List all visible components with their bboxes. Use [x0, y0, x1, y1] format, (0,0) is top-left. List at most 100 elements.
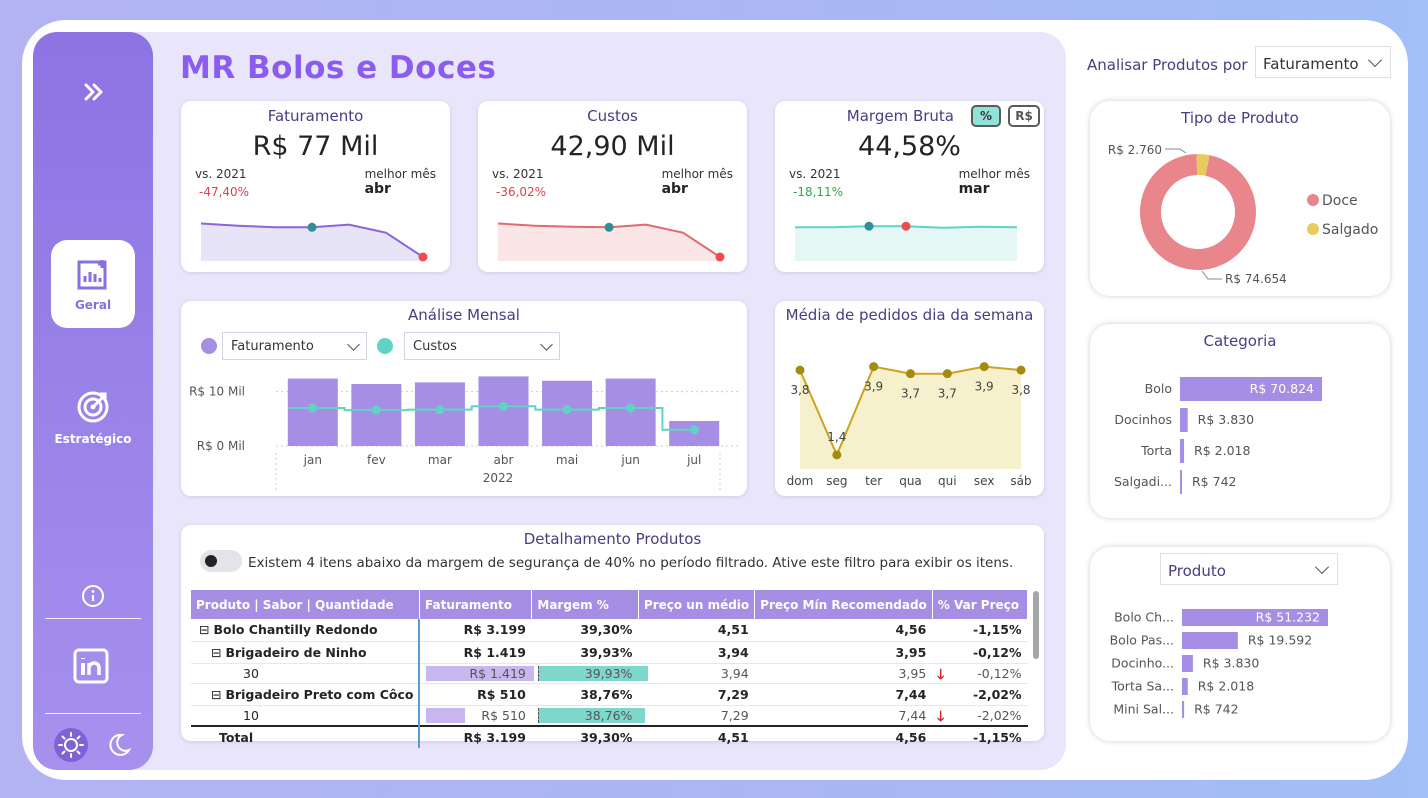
product-name: 10: [243, 707, 259, 723]
column-header[interactable]: Faturamento: [419, 590, 533, 619]
product-cell: 10: [191, 705, 421, 726]
data-point: [942, 369, 952, 379]
category-label: Torta: [1140, 443, 1172, 458]
table-row[interactable]: 30 R$ 1.419 39,93% 3,94 🡓 3,95 -0,12%: [191, 663, 1028, 684]
sidebar-divider: [45, 713, 141, 714]
cell-var: -2,02%: [932, 705, 1028, 726]
table-row[interactable]: ⊟ Brigadeiro de Ninho R$ 1.419 39,93% 3,94 3…: [191, 641, 1028, 664]
kpi-sparkline: [497, 222, 725, 262]
slice-label: R$ 2.760: [1108, 143, 1162, 157]
cell-preco: 7,29: [638, 705, 755, 726]
bar: [1182, 701, 1185, 718]
below-margin-filter-toggle[interactable]: [200, 550, 242, 572]
kpi-value: 44,58%: [858, 131, 961, 162]
kpi-value: R$ 77 Mil: [252, 131, 379, 162]
leader-line: [1201, 270, 1222, 280]
cell-value: R$ 510: [481, 707, 526, 723]
expand-sidebar-icon[interactable]: [80, 78, 108, 106]
slice-label: R$ 74.654: [1225, 272, 1287, 286]
data-point: [832, 450, 842, 460]
table-row[interactable]: ⊟ Brigadeiro Preto com Côco R$ 510 38,76% 7…: [191, 683, 1028, 706]
cell-value: 4,56: [895, 622, 927, 638]
table-row[interactable]: ⊟ Bolo Chantilly Redondo R$ 3.199 39,30% 4,…: [191, 619, 1028, 642]
categoria-card: Categoria Bolo R$ 70.824 Docinhos R$ 3.830 T…: [1090, 324, 1390, 518]
analise-mensal-card: Análise Mensal Faturamento Custos R$ 10 …: [181, 301, 747, 496]
toggle-currency-button[interactable]: R$: [1008, 105, 1040, 127]
kpi-title: Margem Bruta: [846, 107, 954, 125]
data-point: [1016, 365, 1026, 375]
moon-icon[interactable]: [106, 732, 132, 758]
produto-card: Produto Bolo Ch... R$ 51.232 Bolo Pas... R$…: [1090, 547, 1390, 741]
info-icon[interactable]: [81, 584, 105, 608]
bar-faturamento: [414, 382, 465, 446]
kpi-best-label: melhor mês: [661, 167, 733, 181]
cell-value: 7,44: [898, 707, 927, 723]
cell-value: R$ 1.419: [463, 644, 526, 660]
cell-fat: R$ 3.199: [419, 619, 532, 642]
cell-var: -0,12%: [932, 641, 1028, 664]
legend-label: Doce: [1322, 193, 1358, 209]
bar-value-label: R$ 742: [1194, 702, 1238, 717]
cell-value: 7,44: [895, 686, 927, 702]
data-point: [795, 365, 805, 375]
toggle-percent-button[interactable]: %: [971, 105, 1001, 127]
cell-var: -0,12%: [932, 663, 1028, 684]
collapse-icon[interactable]: ⊟: [211, 687, 225, 702]
cell-value: -0,12%: [977, 665, 1022, 681]
light-mode-button[interactable]: [54, 728, 88, 762]
total-value: 39,30%: [531, 724, 639, 748]
page-title: MR Bolos e Doces: [180, 50, 497, 86]
nav-item-estrategico[interactable]: Estratégico: [51, 388, 135, 458]
x-tick-label: dom: [787, 474, 814, 488]
sparkline-area: [795, 226, 1017, 261]
cell-value: -0,12%: [972, 644, 1022, 660]
x-tick-label: jul: [686, 453, 701, 467]
analyze-by-dropdown[interactable]: Faturamento: [1255, 46, 1391, 78]
cell-value: 3,94: [720, 665, 749, 681]
sparkline-best-point: [307, 222, 317, 232]
category-label: Salgadi...: [1114, 474, 1172, 489]
table-scrollbar[interactable]: [1033, 591, 1039, 659]
linkedin-icon[interactable]: [73, 648, 109, 684]
x-tick-label: qui: [938, 474, 957, 488]
bar: [1182, 632, 1238, 649]
column-header[interactable]: Preço un médio: [638, 590, 756, 619]
nav-label-estrategico: Estratégico: [54, 432, 132, 446]
nav-item-geral[interactable]: Geral: [51, 240, 135, 328]
dropdown-value: Faturamento: [1263, 55, 1359, 73]
column-header[interactable]: % Var Preço: [932, 590, 1029, 619]
column-header[interactable]: Preço Mín Recomendado: [754, 590, 933, 619]
x-tick-label: abr: [494, 453, 514, 467]
cell-value: 4,51: [717, 622, 749, 638]
total-value: 4,51: [638, 724, 755, 748]
kpi-card-custos: Custos 42,90 Mil vs. 2021 -36,02% melhor…: [478, 101, 747, 272]
cell-fat: R$ 510: [419, 683, 532, 706]
table-row[interactable]: 10 R$ 510 38,76% 7,29 🡓 7,44 -2,02%: [191, 705, 1028, 726]
fat-databar: [426, 707, 466, 723]
cell-marg: 38,76%: [531, 705, 645, 726]
year-label: 2022: [483, 471, 514, 485]
x-tick-label: sáb: [1010, 474, 1031, 488]
collapse-icon[interactable]: ⊟: [211, 645, 225, 660]
x-tick-label: mai: [556, 453, 578, 467]
category-label: Torta Sa...: [1111, 679, 1174, 694]
collapse-icon[interactable]: ⊟: [199, 622, 213, 637]
bar-value-label: R$ 2.018: [1198, 679, 1254, 694]
cell-preco: 4,51: [638, 619, 755, 642]
bar-value-label: R$ 742: [1192, 474, 1236, 489]
bar-value-label: R$ 70.824: [1250, 381, 1314, 396]
column-header[interactable]: Margem %: [531, 590, 639, 619]
cell-value: 39,30%: [580, 622, 633, 638]
data-label: 3,7: [938, 387, 957, 401]
y-tick-label: R$ 0 Mil: [197, 439, 245, 453]
cell-marg: 38,76%: [531, 683, 639, 706]
column-header[interactable]: Produto | Sabor | Quantidade: [191, 590, 420, 619]
cell-marg: 39,93%: [531, 663, 648, 684]
cell-value: 7,29: [717, 686, 749, 702]
monthly-chart: R$ 10 Mil R$ 0 Mil jan fev mar abr mai jun jul 20…: [189, 376, 741, 491]
cell-value: 39,93%: [580, 644, 633, 660]
table-header-row: Produto | Sabor | Quantidade Faturamento M…: [191, 590, 1029, 619]
bar-value-label: R$ 3.830: [1203, 656, 1259, 671]
product-name: 30: [243, 665, 259, 681]
sparkline-best-point: [864, 221, 874, 231]
